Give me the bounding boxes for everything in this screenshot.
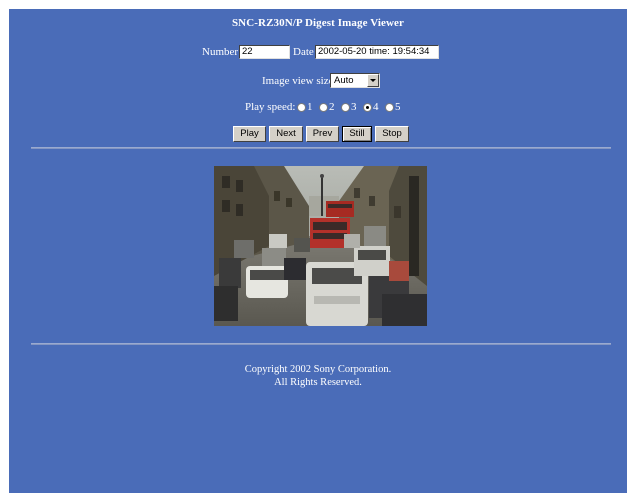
play-button[interactable]: Play	[233, 126, 266, 142]
speed-label-4: 4	[373, 101, 379, 113]
divider-top	[31, 147, 611, 149]
page-title: SNC-RZ30N/P Digest Image Viewer	[231, 17, 405, 29]
stop-button[interactable]: Stop	[375, 126, 409, 142]
date-input[interactable]: 2002-05-20 time: 19:54:34	[315, 45, 439, 59]
next-button[interactable]: Next	[269, 126, 303, 142]
play-speed-label: Play speed:	[245, 101, 296, 113]
chevron-down-icon	[370, 79, 376, 82]
speed-radio-2[interactable]	[319, 103, 328, 112]
prev-button[interactable]: Prev	[306, 126, 339, 142]
number-label: Number	[202, 46, 239, 58]
digest-image	[214, 166, 427, 326]
view-size-select[interactable]: Auto	[330, 73, 380, 88]
speed-radio-4[interactable]	[363, 103, 372, 112]
date-label: Date	[293, 46, 314, 58]
street-traffic-photo	[214, 166, 427, 326]
speed-label-2: 2	[329, 101, 335, 113]
dropdown-button[interactable]	[367, 74, 379, 87]
speed-label-5: 5	[395, 101, 401, 113]
view-size-label: Image view size:	[262, 75, 337, 87]
speed-radio-3[interactable]	[341, 103, 350, 112]
divider-bottom	[31, 343, 611, 345]
number-input[interactable]: 22	[239, 45, 290, 59]
speed-radio-1[interactable]	[297, 103, 306, 112]
speed-radio-5[interactable]	[385, 103, 394, 112]
speed-label-3: 3	[351, 101, 357, 113]
speed-label-1: 1	[307, 101, 313, 113]
viewer-page: SNC-RZ30N/P Digest Image Viewer Number 2…	[9, 9, 627, 493]
still-button[interactable]: Still	[342, 126, 372, 142]
rights-text: All Rights Reserved.	[274, 377, 362, 388]
view-size-value: Auto	[334, 75, 354, 86]
copyright-text: Copyright 2002 Sony Corporation.	[244, 364, 392, 375]
